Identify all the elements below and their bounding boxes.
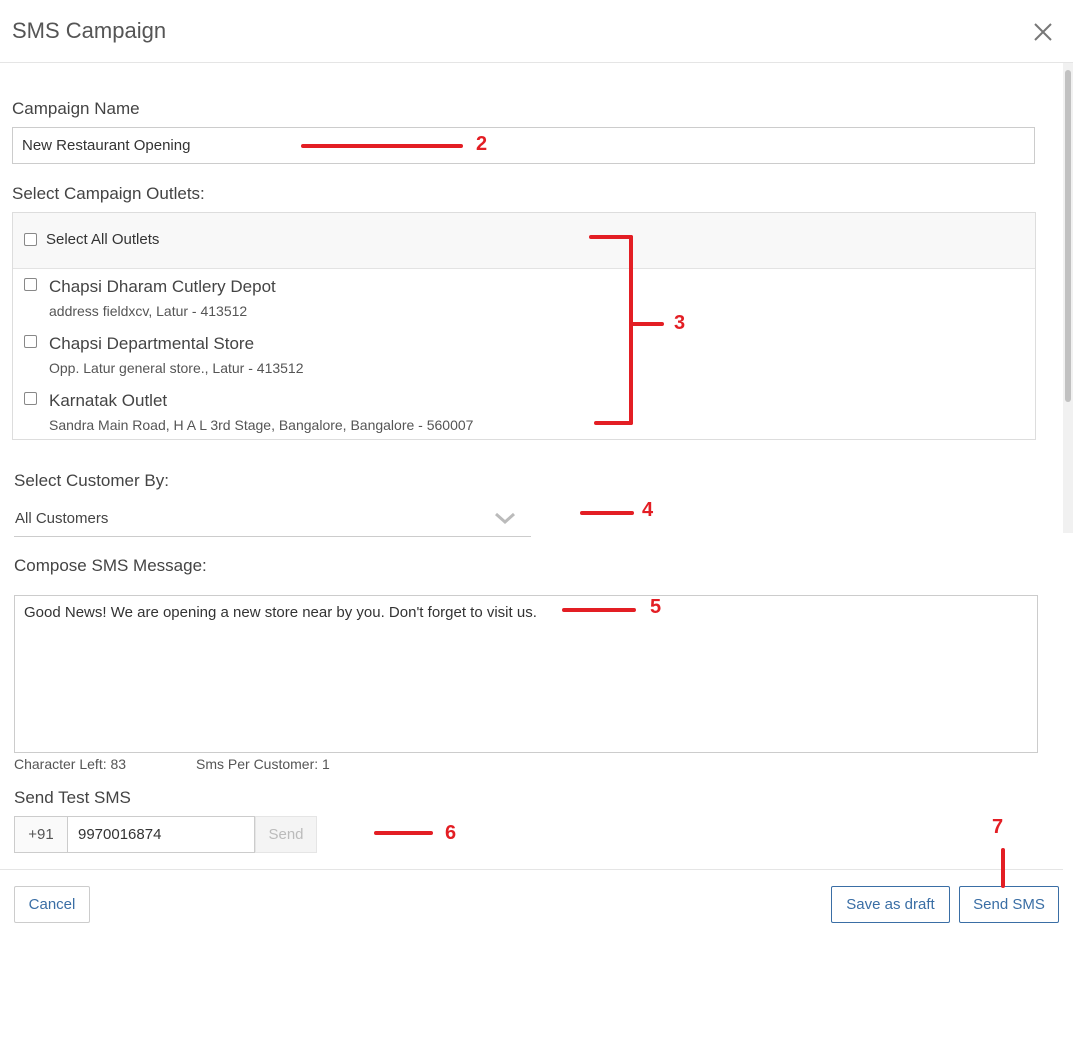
- campaign-name-input[interactable]: New Restaurant Opening: [12, 127, 1035, 164]
- outlet-name: Karnatak Outlet: [49, 391, 168, 410]
- sms-per-customer: Sms Per Customer: 1: [196, 756, 330, 772]
- country-code-prefix: +91: [14, 816, 68, 853]
- outlet-checkbox[interactable]: [24, 335, 37, 348]
- cancel-button[interactable]: Cancel: [14, 886, 90, 923]
- annotation-bracket-side: [629, 235, 633, 425]
- annotation-line-5: [562, 608, 636, 612]
- chevron-down-icon[interactable]: [493, 510, 517, 526]
- annotation-number-6: 6: [445, 822, 457, 844]
- scrollbar-thumb[interactable]: [1065, 70, 1071, 402]
- annotation-number-4: 4: [642, 499, 654, 521]
- footer-divider: [0, 869, 1063, 870]
- outlet-name: Chapsi Departmental Store: [49, 334, 255, 353]
- select-all-label: Select All Outlets: [46, 231, 160, 248]
- outlet-address: Sandra Main Road, H A L 3rd Stage, Banga…: [49, 417, 474, 433]
- outlet-checkbox[interactable]: [24, 392, 37, 405]
- annotation-line-4: [580, 511, 634, 515]
- message-label: Compose SMS Message:: [14, 556, 207, 575]
- annotation-number-5: 5: [650, 596, 662, 618]
- annotation-bracket-pointer: [629, 322, 664, 326]
- customer-label: Select Customer By:: [14, 471, 169, 490]
- select-all-row: Select All Outlets: [13, 213, 1035, 269]
- annotation-line-7: [1001, 848, 1005, 888]
- send-sms-button[interactable]: Send SMS: [959, 886, 1059, 923]
- close-icon[interactable]: [1031, 20, 1055, 44]
- customer-select[interactable]: All Customers: [14, 499, 531, 537]
- annotation-bracket-top: [589, 235, 633, 239]
- outlets-label: Select Campaign Outlets:: [12, 184, 205, 203]
- modal-title: SMS Campaign: [12, 18, 167, 43]
- annotation-line-2: [301, 144, 463, 148]
- outlet-name: Chapsi Dharam Cutlery Depot: [49, 277, 276, 296]
- phone-input[interactable]: 9970016874: [67, 816, 255, 853]
- annotation-line-6: [374, 831, 433, 835]
- annotation-bracket-bottom: [594, 421, 633, 425]
- annotation-number-2: 2: [476, 133, 488, 155]
- outlet-address: Opp. Latur general store., Latur - 41351…: [49, 360, 304, 376]
- message-textarea[interactable]: Good News! We are opening a new store ne…: [14, 595, 1038, 753]
- save-draft-button[interactable]: Save as draft: [831, 886, 950, 923]
- send-test-button[interactable]: Send: [255, 816, 317, 853]
- select-all-checkbox[interactable]: [24, 233, 37, 246]
- outlet-checkbox[interactable]: [24, 278, 37, 291]
- modal-header: SMS Campaign: [0, 0, 1073, 63]
- test-sms-label: Send Test SMS: [14, 788, 131, 807]
- customer-selected-value: All Customers: [15, 510, 109, 527]
- outlet-list: Select All Outlets Chapsi Dharam Cutlery…: [12, 212, 1036, 440]
- annotation-number-7: 7: [992, 816, 1004, 838]
- characters-left: Character Left: 83: [14, 756, 127, 772]
- campaign-name-label: Campaign Name: [12, 99, 140, 118]
- outlet-address: address fieldxcv, Latur - 413512: [49, 303, 248, 319]
- annotation-number-3: 3: [674, 312, 686, 334]
